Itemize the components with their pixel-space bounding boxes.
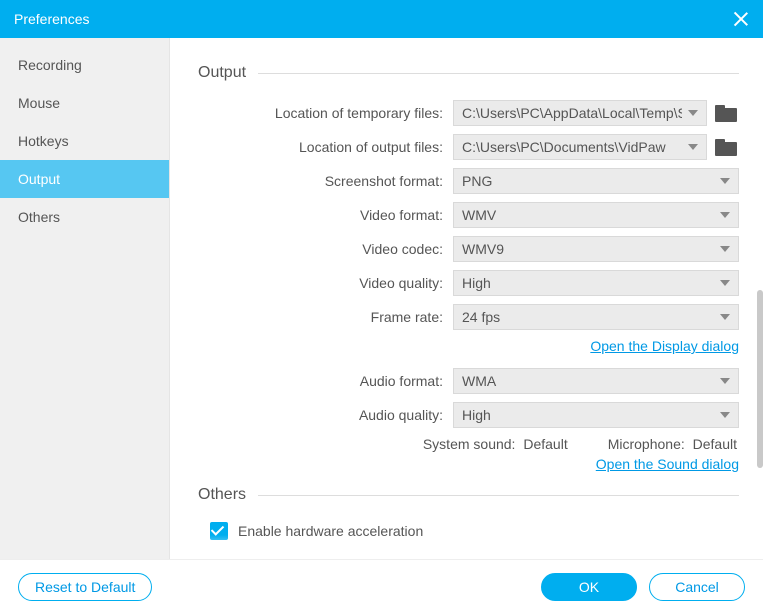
select-value: High xyxy=(462,275,714,291)
chevron-down-icon xyxy=(720,246,730,252)
select-audio-quality[interactable]: High xyxy=(453,402,739,428)
window-title: Preferences xyxy=(14,11,89,27)
sidebar-item-recording[interactable]: Recording xyxy=(0,46,169,84)
divider xyxy=(258,495,739,496)
select-value: C:\Users\PC\Documents\VidPaw xyxy=(462,139,682,155)
value-system-sound: Default xyxy=(523,436,567,452)
select-value: High xyxy=(462,407,714,423)
select-value: C:\Users\PC\AppData\Local\Temp\ScreenRec… xyxy=(462,105,682,121)
label-audio-format: Audio format: xyxy=(198,373,453,389)
sidebar-item-others[interactable]: Others xyxy=(0,198,169,236)
value-microphone: Default xyxy=(693,436,737,452)
select-frame-rate[interactable]: 24 fps xyxy=(453,304,739,330)
sidebar-item-hotkeys[interactable]: Hotkeys xyxy=(0,122,169,160)
folder-icon[interactable] xyxy=(715,137,739,157)
label-temp-location: Location of temporary files: xyxy=(198,105,453,121)
chevron-down-icon xyxy=(688,110,698,116)
label-system-sound: System sound: xyxy=(423,436,516,452)
chevron-down-icon xyxy=(720,178,730,184)
section-header-others: Others xyxy=(198,486,739,504)
section-title: Output xyxy=(198,64,246,82)
sidebar-item-output[interactable]: Output xyxy=(0,160,169,198)
link-sound-dialog[interactable]: Open the Sound dialog xyxy=(596,456,739,472)
select-value: WMV xyxy=(462,207,714,223)
section-header-output: Output xyxy=(198,64,739,82)
divider xyxy=(258,73,739,74)
folder-icon[interactable] xyxy=(715,103,739,123)
scrollbar-thumb[interactable] xyxy=(757,290,763,468)
sound-device-row: System sound: Default Microphone: Defaul… xyxy=(198,436,739,452)
select-value: 24 fps xyxy=(462,309,714,325)
select-value: WMA xyxy=(462,373,714,389)
close-icon[interactable] xyxy=(733,11,749,27)
link-display-dialog[interactable]: Open the Display dialog xyxy=(590,338,739,354)
chevron-down-icon xyxy=(720,212,730,218)
checkbox-label: Enable hardware acceleration xyxy=(238,523,423,539)
checkbox-hw-accel[interactable] xyxy=(210,522,228,540)
section-title: Others xyxy=(198,486,246,504)
label-video-format: Video format: xyxy=(198,207,453,223)
chevron-down-icon xyxy=(688,144,698,150)
label-video-codec: Video codec: xyxy=(198,241,453,257)
ok-button[interactable]: OK xyxy=(541,573,637,601)
sidebar: Recording Mouse Hotkeys Output Others xyxy=(0,38,170,559)
chevron-down-icon xyxy=(720,280,730,286)
select-audio-format[interactable]: WMA xyxy=(453,368,739,394)
select-value: WMV9 xyxy=(462,241,714,257)
label-audio-quality: Audio quality: xyxy=(198,407,453,423)
label-microphone: Microphone: xyxy=(608,436,685,452)
titlebar: Preferences xyxy=(0,0,763,38)
chevron-down-icon xyxy=(720,314,730,320)
footer: Reset to Default OK Cancel xyxy=(0,559,763,613)
label-output-location: Location of output files: xyxy=(198,139,453,155)
chevron-down-icon xyxy=(720,378,730,384)
reset-button[interactable]: Reset to Default xyxy=(18,573,152,601)
select-video-codec[interactable]: WMV9 xyxy=(453,236,739,262)
chevron-down-icon xyxy=(720,412,730,418)
content-area: Output Location of temporary files: C:\U… xyxy=(170,38,763,559)
select-video-format[interactable]: WMV xyxy=(453,202,739,228)
select-screenshot-format[interactable]: PNG xyxy=(453,168,739,194)
label-screenshot-format: Screenshot format: xyxy=(198,173,453,189)
select-value: PNG xyxy=(462,173,714,189)
select-temp-location[interactable]: C:\Users\PC\AppData\Local\Temp\ScreenRec… xyxy=(453,100,707,126)
select-output-location[interactable]: C:\Users\PC\Documents\VidPaw xyxy=(453,134,707,160)
label-frame-rate: Frame rate: xyxy=(198,309,453,325)
select-video-quality[interactable]: High xyxy=(453,270,739,296)
sidebar-item-mouse[interactable]: Mouse xyxy=(0,84,169,122)
cancel-button[interactable]: Cancel xyxy=(649,573,745,601)
label-video-quality: Video quality: xyxy=(198,275,453,291)
